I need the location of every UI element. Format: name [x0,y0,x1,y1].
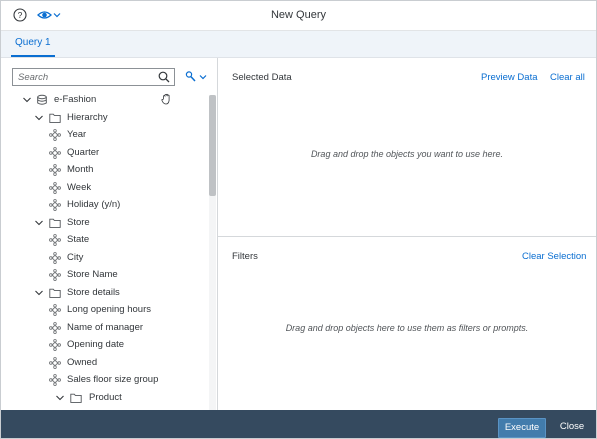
tree-root-label: e-Fashion [54,94,97,105]
tree-folder-label: Store details [67,286,120,298]
tab-query-1[interactable]: Query 1 [11,31,55,57]
folder-icon [49,288,61,298]
dimension-icon [49,321,61,334]
tree-object[interactable]: Month [1,161,209,179]
tools-menu-button[interactable] [185,70,209,84]
dimension-icon [49,181,61,194]
dimension-icon [49,164,61,176]
object-panel: e-Fashion Hierarchy Year Quarter Month Week H… [1,58,218,410]
selected-data-drop-hint: Drag and drop the objects you want to us… [310,149,504,159]
preview-data-link[interactable]: Preview Data [481,72,538,83]
tree-object[interactable]: Store Name [1,266,209,284]
tree-object-label: Opening date [67,339,125,350]
tree-object[interactable]: Year [1,126,209,144]
clear-selection-link[interactable]: Clear Selection [522,251,586,262]
universe-icon [37,94,47,105]
dimension-icon [49,146,61,159]
chevron-down-icon[interactable] [35,219,43,227]
hand-cursor-icon [161,93,170,105]
tree-folder[interactable]: Hierarchy [1,109,209,127]
dialog-footer: Execute Close [1,410,596,438]
filters-drop-hint: Drag and drop objects here to use them a… [285,323,529,333]
chevron-down-icon[interactable] [56,394,64,402]
tree-object-label: Holiday (y/n) [67,199,121,210]
tree-object[interactable]: Opening date [1,336,209,354]
selected-data-title: Selected Data [232,72,292,83]
tree-root[interactable]: e-Fashion [1,91,209,109]
chevron-down-icon[interactable] [35,289,43,297]
search-icon[interactable] [158,71,170,83]
dimension-icon [49,269,61,281]
tree-object-label: Quarter [67,146,100,158]
tree-folder-label: Hierarchy [67,111,108,123]
chevron-down-icon[interactable] [35,114,43,122]
tree-folder-label: Store [67,216,90,228]
clear-all-link[interactable]: Clear all [550,72,585,83]
tree-folder[interactable]: Product [1,389,209,407]
filters-panel[interactable]: Filters Clear Selection Drag and drop ob… [218,237,596,410]
filters-title: Filters [232,251,258,262]
dimension-icon [49,374,61,386]
tree-folder[interactable]: Store [1,214,209,232]
tree-object-label: Long opening hours [67,304,151,315]
tree-folder[interactable]: Store details [1,284,209,302]
tree-object-label: State [67,234,90,245]
dimension-icon [49,234,61,246]
title-bar: ? New Query [1,1,596,31]
tree-object-label: Store Name [67,269,118,280]
dimension-icon [49,339,61,351]
tree-object[interactable]: Quarter [1,144,209,162]
tree-object[interactable]: Name of manager [1,319,209,337]
new-query-dialog: ? New Query Query 1 e-Fashion HierarchyY [0,0,597,439]
execute-button[interactable]: Execute [498,418,546,438]
tree-scrollbar-thumb[interactable] [209,95,216,196]
tree-object-label: Year [67,129,87,140]
search-box [12,68,175,86]
dialog-title: New Query [270,9,327,21]
tree-object[interactable]: Week [1,179,209,197]
close-button[interactable]: Close [554,418,590,436]
tree-object[interactable]: City [1,249,209,267]
tree-object[interactable]: Owned [1,354,209,372]
tree-object-label: Owned [67,356,98,368]
tree-object[interactable]: Holiday (y/n) [1,196,209,214]
folder-icon [49,218,61,228]
tab-bar: Query 1 [1,31,596,58]
dimension-icon [49,304,61,316]
tree-object-label: Week [67,181,92,193]
chevron-down-icon[interactable] [23,96,31,104]
tree-object-label: Sales floor size group [67,374,159,385]
dimension-icon [49,356,61,369]
tree-object-label: Name of manager [67,321,144,333]
dimension-icon [49,251,61,264]
search-input[interactable] [13,69,156,85]
tree-object[interactable]: Sales floor size group [1,371,209,389]
tree-object[interactable]: Long opening hours [1,301,209,319]
object-tree: e-Fashion Hierarchy Year Quarter Month Week H… [1,91,209,406]
tree-folder-label: Product [89,391,122,403]
folder-icon [70,393,82,403]
tree-object-label: Month [67,164,94,175]
selected-data-panel[interactable]: Selected Data Preview Data Clear all Dra… [218,58,596,237]
tree-object[interactable]: State [1,231,209,249]
dimension-icon [49,199,61,211]
dimension-icon [49,129,61,141]
folder-icon [49,113,61,123]
tree-object-label: City [67,251,84,263]
